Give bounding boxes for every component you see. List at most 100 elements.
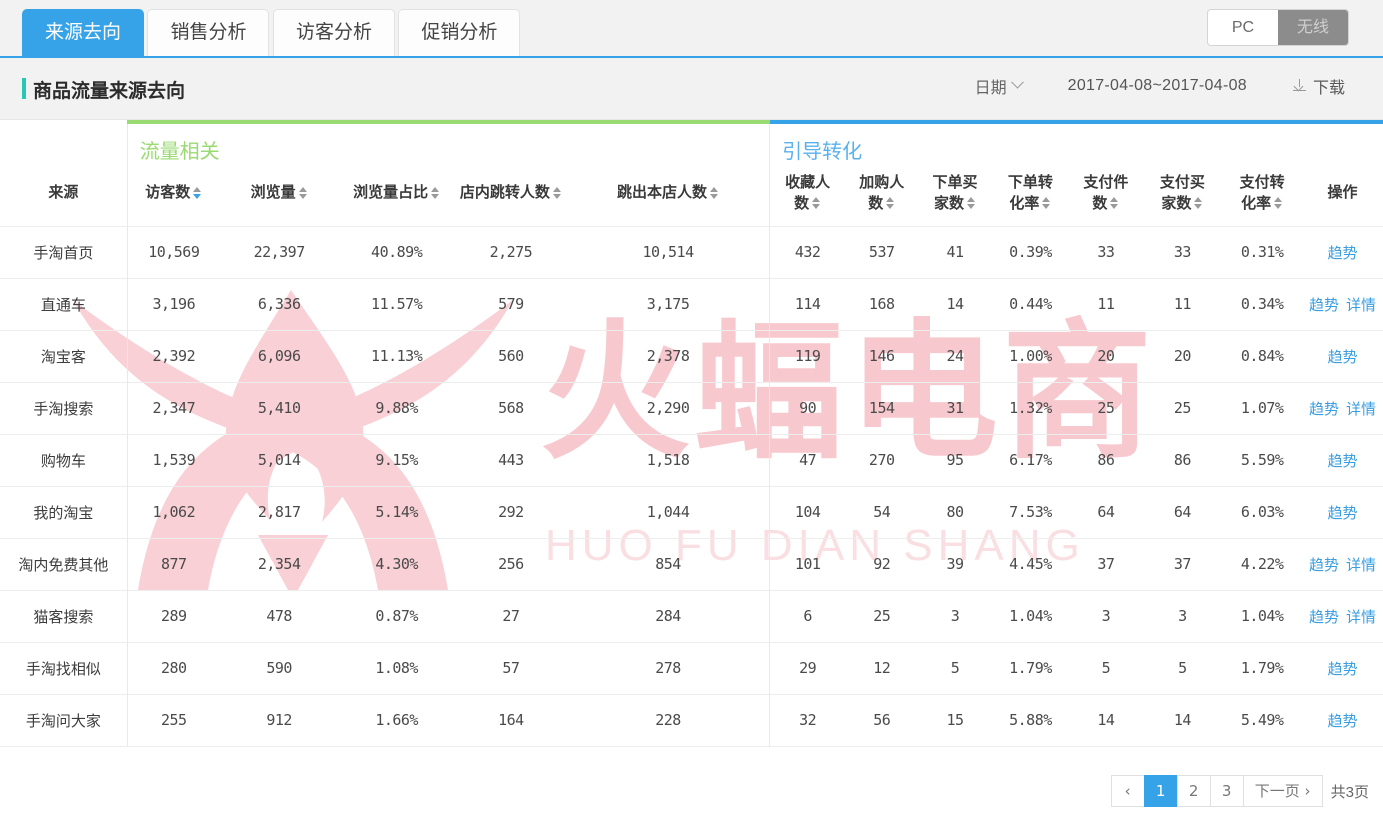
trend-link[interactable]: 趋势 xyxy=(1328,452,1358,470)
tab-source-flow[interactable]: 来源去向 xyxy=(22,9,145,56)
col-header-order-cvr[interactable]: 下单转 化率 xyxy=(992,164,1070,226)
cell-order-buyers: 31 xyxy=(918,381,992,434)
cell-order-cvr: 0.39% xyxy=(991,225,1070,278)
sort-icon[interactable] xyxy=(193,186,202,200)
cell-pv-share: 0.87% xyxy=(338,589,455,642)
device-toggle-pc[interactable]: PC xyxy=(1208,10,1278,45)
cell-instore-jump: 568 xyxy=(454,381,567,434)
cell-pageviews: 590 xyxy=(219,641,339,694)
cell-actions: 趋势 详情 xyxy=(1302,537,1383,590)
pagination-page-3[interactable]: 3 xyxy=(1209,775,1244,807)
tab-sales-analysis[interactable]: 销售分析 xyxy=(147,9,270,56)
cell-visitors: 280 xyxy=(126,641,220,694)
pagination-page-2[interactable]: 2 xyxy=(1176,775,1211,807)
cell-pv-share: 4.30% xyxy=(338,537,455,590)
trend-link[interactable]: 趋势 xyxy=(1328,244,1358,262)
table-row: 购物车 1,539 5,014 9.15% 443 1,518 47 270 95 6.17% 86… xyxy=(0,433,1383,486)
cell-pay-cvr: 6.03% xyxy=(1222,485,1303,538)
sort-icon[interactable] xyxy=(886,196,895,210)
sort-icon[interactable] xyxy=(552,186,562,200)
date-range-value[interactable]: 2017-04-08~2017-04-08 xyxy=(1068,77,1247,95)
table-row: 猫客搜索 289 478 0.87% 27 284 6 25 3 1.04% 3 3 1.04% 趋势 详情 xyxy=(0,589,1383,642)
col-header-pageviews[interactable]: 浏览量 xyxy=(220,164,339,226)
traffic-source-table-wrap: 流量相关 引导转化 来源 访客数 浏览量 浏览量占比 店内跳转人数 跳出本店人数… xyxy=(0,120,1383,747)
cell-paid-items: 25 xyxy=(1069,381,1143,434)
cell-paid-items: 3 xyxy=(1069,589,1143,642)
sort-icon[interactable] xyxy=(1194,196,1203,210)
sort-icon[interactable] xyxy=(431,186,440,200)
download-button[interactable]: 下载 xyxy=(1292,74,1345,98)
sort-icon[interactable] xyxy=(812,196,821,210)
device-toggle: PC 无线 xyxy=(1207,9,1349,46)
detail-link[interactable]: 详情 xyxy=(1346,556,1376,574)
cell-bounce-out: 2,290 xyxy=(566,381,770,434)
cell-cart-adds: 56 xyxy=(845,693,919,746)
cell-visitors: 255 xyxy=(126,693,220,746)
cell-pay-cvr: 1.04% xyxy=(1222,589,1303,642)
sort-icon[interactable] xyxy=(710,186,719,200)
cell-source: 我的淘宝 xyxy=(0,485,128,538)
trend-link[interactable]: 趋势 xyxy=(1328,660,1358,678)
pagination: ‹ 1 2 3 下一页 › 共3页 xyxy=(1110,775,1369,807)
detail-link[interactable]: 详情 xyxy=(1346,608,1376,626)
tab-promotion-analysis[interactable]: 促销分析 xyxy=(398,9,521,56)
sort-icon[interactable] xyxy=(1042,196,1051,210)
trend-link[interactable]: 趋势 xyxy=(1328,348,1358,366)
trend-link[interactable]: 趋势 xyxy=(1309,400,1339,418)
cell-visitors: 1,062 xyxy=(126,485,220,538)
cell-favorites: 119 xyxy=(769,329,846,382)
cell-order-cvr: 6.17% xyxy=(991,433,1070,486)
cell-pay-cvr: 4.22% xyxy=(1222,537,1303,590)
col-header-bounce-out[interactable]: 跳出本店人数 xyxy=(567,164,770,226)
cell-order-buyers: 80 xyxy=(918,485,992,538)
col-header-paid-buyers[interactable]: 支付买 家数 xyxy=(1143,164,1223,226)
cell-pay-cvr: 1.07% xyxy=(1222,381,1303,434)
cell-actions: 趋势 详情 xyxy=(1302,589,1383,642)
sort-icon[interactable] xyxy=(1274,196,1283,210)
col-header-paid-items[interactable]: 支付件 数 xyxy=(1069,164,1142,226)
cell-pay-cvr: 0.84% xyxy=(1222,329,1303,382)
sort-icon[interactable] xyxy=(298,186,308,200)
cell-instore-jump: 2,275 xyxy=(454,225,567,278)
sort-icon[interactable] xyxy=(967,196,976,210)
trend-link[interactable]: 趋势 xyxy=(1309,296,1339,314)
col-header-pv-share[interactable]: 浏览量占比 xyxy=(338,164,454,226)
trend-link[interactable]: 趋势 xyxy=(1309,608,1339,626)
cell-actions: 趋势 xyxy=(1302,329,1383,382)
group-label-row: 流量相关 引导转化 xyxy=(0,128,1383,164)
cell-paid-items: 5 xyxy=(1069,641,1143,694)
col-header-pay-cvr[interactable]: 支付转 化率 xyxy=(1222,164,1302,226)
detail-link[interactable]: 详情 xyxy=(1346,296,1376,314)
panel-header: 商品流量来源去向 日期 2017-04-08~2017-04-08 下载 xyxy=(0,58,1383,120)
detail-link[interactable]: 详情 xyxy=(1346,400,1376,418)
col-header-favorites[interactable]: 收藏人 数 xyxy=(769,164,846,226)
date-filter-label[interactable]: 日期 xyxy=(975,74,1007,98)
table-header-row: 来源 访客数 浏览量 浏览量占比 店内跳转人数 跳出本店人数 收藏人 数 加购人… xyxy=(0,164,1383,226)
cell-paid-items: 86 xyxy=(1069,433,1143,486)
cell-favorites: 6 xyxy=(769,589,846,642)
cell-order-buyers: 3 xyxy=(918,589,992,642)
cell-bounce-out: 1,518 xyxy=(566,433,770,486)
trend-link[interactable]: 趋势 xyxy=(1328,504,1358,522)
col-header-order-buyers[interactable]: 下单买 家数 xyxy=(918,164,991,226)
trend-link[interactable]: 趋势 xyxy=(1309,556,1339,574)
cell-pay-cvr: 5.59% xyxy=(1222,433,1303,486)
cell-source: 淘内免费其他 xyxy=(0,537,128,590)
chevron-down-icon[interactable] xyxy=(1010,75,1024,89)
device-toggle-wireless[interactable]: 无线 xyxy=(1278,10,1348,45)
col-header-instore-jump[interactable]: 店内跳转人数 xyxy=(455,164,567,226)
pagination-page-1[interactable]: 1 xyxy=(1143,775,1178,807)
col-header-cart-adds[interactable]: 加购人 数 xyxy=(845,164,918,226)
table-row: 淘内免费其他 877 2,354 4.30% 256 854 101 92 39 4.45% 37 3… xyxy=(0,537,1383,590)
cell-paid-buyers: 64 xyxy=(1142,485,1223,538)
col-header-visitors[interactable]: 访客数 xyxy=(126,164,220,226)
cell-cart-adds: 25 xyxy=(845,589,919,642)
sort-icon[interactable] xyxy=(1110,196,1119,210)
trend-link[interactable]: 趋势 xyxy=(1328,712,1358,730)
cell-actions: 趋势 xyxy=(1302,433,1383,486)
cell-source: 手淘搜索 xyxy=(0,381,128,434)
tab-visitor-analysis[interactable]: 访客分析 xyxy=(272,9,395,56)
cell-cart-adds: 92 xyxy=(845,537,919,590)
pagination-next[interactable]: 下一页 › xyxy=(1242,775,1323,807)
pagination-prev[interactable]: ‹ xyxy=(1110,775,1145,807)
